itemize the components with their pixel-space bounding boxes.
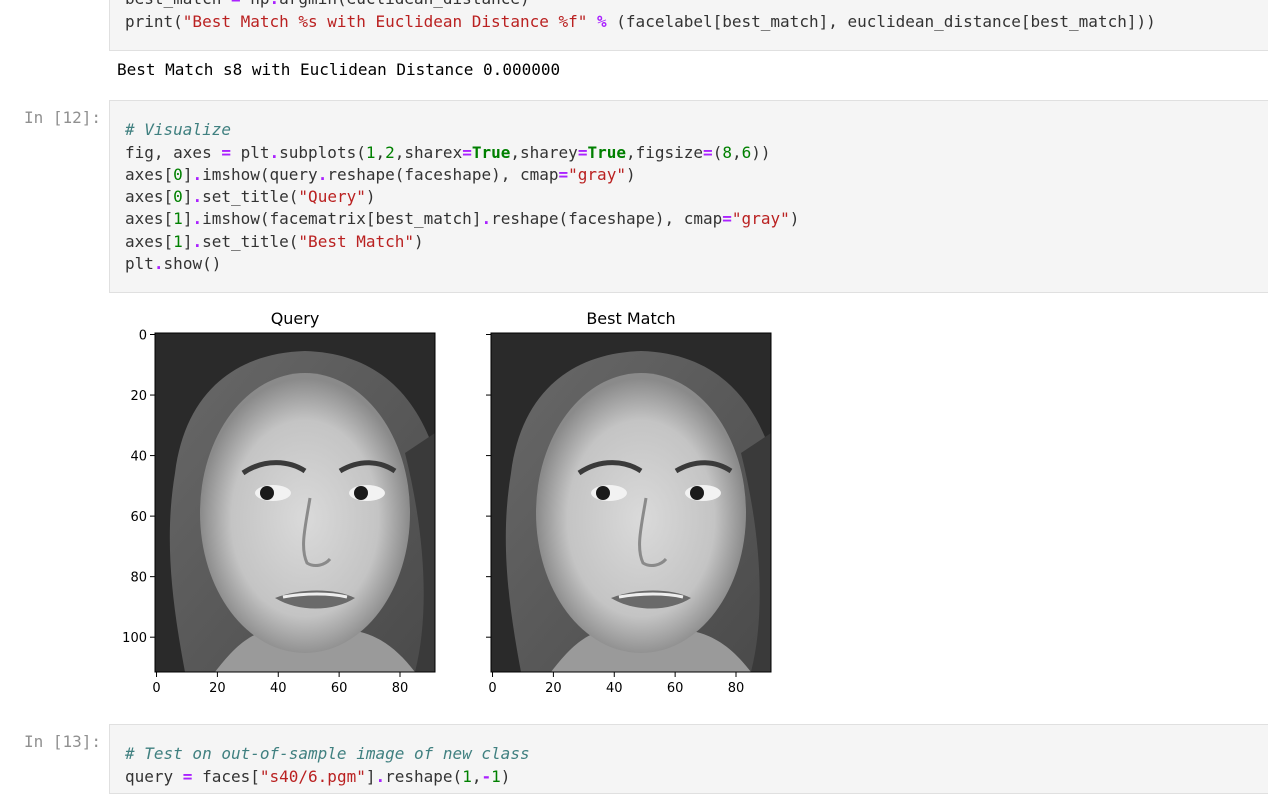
code-line: axes[0].imshow(query.reshape(faceshape),…: [125, 165, 636, 184]
code-line: plt.show(): [125, 254, 222, 273]
x-tick-label: 60: [331, 681, 348, 696]
code-cell-13[interactable]: # Test on out-of-sample image of new cla…: [109, 724, 1268, 794]
code-line: axes[0].set_title("Query"): [125, 187, 376, 206]
code-line: # Visualize: [125, 120, 231, 139]
code-cell-12[interactable]: # Visualize fig, axes = plt.subplots(1,2…: [109, 100, 1268, 293]
x-tick-label: 0: [152, 681, 160, 696]
axes-best-match: [490, 332, 772, 673]
axes-title-query: Query: [271, 309, 320, 328]
code-cell-prev[interactable]: best_match = np.argmin(euclidean_distanc…: [109, 0, 1268, 51]
x-tick-label: 40: [270, 681, 287, 696]
y-tick-label: 80: [130, 571, 147, 586]
y-tick-label: 100: [122, 631, 147, 646]
x-tick-label: 40: [606, 681, 623, 696]
axes-query: [154, 332, 436, 673]
cell-prompt: In [13]:: [23, 732, 101, 751]
y-tick-label: 60: [130, 510, 147, 525]
axes-title-best-match: Best Match: [586, 309, 675, 328]
code-line: axes[1].set_title("Best Match"): [125, 232, 424, 251]
code-line: best_match = np.argmin(euclidean_distanc…: [125, 0, 530, 10]
output-text: Best Match s8 with Euclidean Distance 0.…: [117, 60, 561, 79]
x-tick-label: 80: [728, 681, 745, 696]
x-tick-label: 20: [209, 681, 226, 696]
x-tick-label: 20: [545, 681, 562, 696]
figure-output: Query 0 20 40 60 80 0 20 40 60 80 100 Best Match 0…: [122, 309, 772, 696]
code-line: fig, axes = plt.subplots(1,2,sharex=True…: [125, 143, 771, 162]
x-tick-label: 0: [488, 681, 496, 696]
y-tick-label: 40: [130, 450, 147, 465]
y-tick-label: 20: [130, 389, 147, 404]
cell-prompt: In [12]:: [23, 108, 101, 127]
y-tick-label: 0: [139, 329, 147, 344]
code-line: query = faces["s40/6.pgm"].reshape(1,-1): [125, 767, 511, 786]
code-line: # Test on out-of-sample image of new cla…: [125, 744, 530, 763]
code-line: axes[1].imshow(facematrix[best_match].re…: [125, 209, 800, 228]
x-tick-label: 60: [667, 681, 684, 696]
code-line: print("Best Match %s with Euclidean Dist…: [125, 12, 1156, 31]
x-tick-label: 80: [392, 681, 409, 696]
